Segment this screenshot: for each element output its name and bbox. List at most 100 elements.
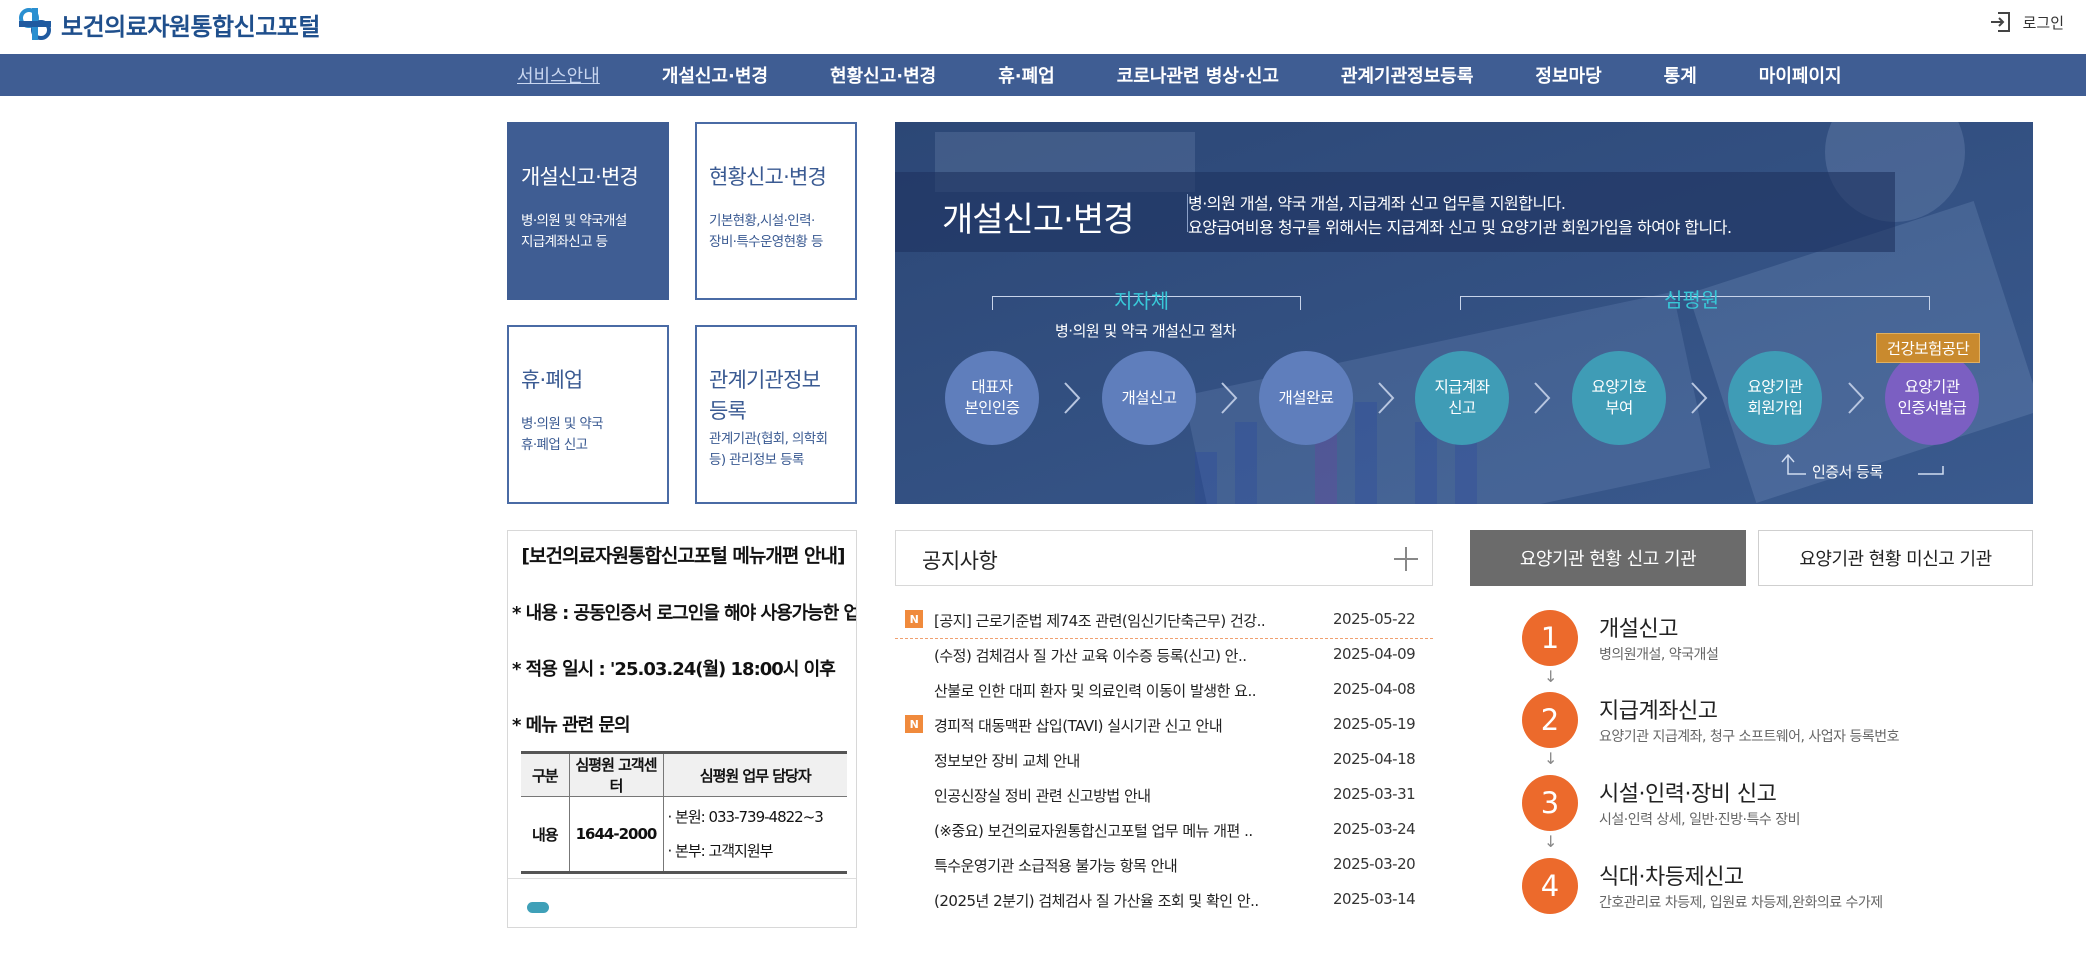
nav-item-status-report[interactable]: 현황신고·변경	[830, 62, 936, 88]
process-step: 지급계좌신고	[1415, 351, 1509, 445]
chevron-right-icon	[1534, 382, 1551, 414]
process-item: 1 개설신고 병의원개설, 약국개설	[1522, 610, 2022, 670]
chevron-right-icon	[1064, 382, 1081, 414]
step-label: 대표자	[971, 378, 1013, 396]
process-step: 대표자 본인인증	[945, 351, 1039, 445]
step-label: 신고	[1448, 399, 1476, 417]
new-badge: N	[905, 610, 923, 628]
chevron-right-icon	[1378, 382, 1395, 414]
table-cell: 1644-2000	[568, 796, 663, 874]
cert-register-label: 인증서 등록	[1812, 463, 1883, 481]
tab-reported-institutions[interactable]: 요양기관 현황 신고 기관	[1470, 530, 1746, 586]
notice-date: 2025-05-19	[1333, 715, 1416, 733]
nav-item-statistics[interactable]: 통계	[1664, 62, 1697, 88]
slider-pagination-dot[interactable]	[527, 902, 549, 913]
notice-title: 산불로 인한 대피 환자 및 의료인력 이동이 발생한 요..	[934, 682, 1256, 700]
step-label: 개설신고	[1121, 388, 1177, 407]
site-logo[interactable]: 보건의료자원통합신고포털	[15, 4, 320, 44]
notice-title: 정보보안 장비 교체 안내	[934, 752, 1080, 770]
process-title: 식대·차등제신고	[1599, 865, 1744, 890]
login-button[interactable]: 로그인	[1989, 10, 2064, 34]
notice-item[interactable]: (2025년 2분기) 검체검사 질 가산율 조회 및 확인 안.. 2025-…	[895, 884, 1433, 919]
slide-text: * 내용 : 공동인증서 로그인을 해야 사용가능한 업무 메뉴 표시	[512, 603, 856, 624]
notice-item[interactable]: (※중요) 보건의료자원통합신고포털 업무 메뉴 개편 .. 2025-03-2…	[895, 814, 1433, 849]
quick-box-agency-info[interactable]: 관계기관정보 등록 관계기관(협회, 의학회 등) 관리정보 등록	[695, 325, 857, 504]
group-label-hira: 심평원	[1664, 288, 1720, 312]
nav-item-closure[interactable]: 휴·폐업	[998, 62, 1055, 88]
notice-item[interactable]: 인공신장실 정비 관련 신고방법 안내 2025-03-31	[895, 779, 1433, 814]
quick-box-closure[interactable]: 휴·폐업 병·의원 및 약국 휴·폐업 신고	[507, 325, 669, 504]
notice-item[interactable]: (수정) 검체검사 질 가산 교육 이수증 등록(신고) 안.. 2025-04…	[895, 639, 1433, 674]
contact-line: · 본부: 고객지원부	[667, 842, 774, 860]
notice-title: (수정) 검체검사 질 가산 교육 이수증 등록(신고) 안..	[934, 647, 1247, 665]
notice-date: 2025-05-22	[1333, 610, 1416, 628]
nav-item-open-report[interactable]: 개설신고·변경	[662, 62, 768, 88]
tab-unreported-institutions[interactable]: 요양기관 현황 미신고 기관	[1758, 530, 2033, 586]
notice-image-slider[interactable]: [보건의료자원통합신고포털 메뉴개편 안내] * 내용 : 공동인증서 로그인을…	[507, 530, 857, 928]
notice-item[interactable]: N [공지] 근로기준법 제74조 관련(임신기단축근무) 건강.. 2025-…	[895, 604, 1433, 639]
chevron-right-icon	[1221, 382, 1238, 414]
nav-item-service-info[interactable]: 서비스안내	[517, 62, 600, 88]
notice-item[interactable]: 특수운영기관 소급적용 불가능 항목 안내 2025-03-20	[895, 849, 1433, 884]
quick-box-desc: 휴·폐업 신고	[521, 437, 588, 453]
quick-box-title: 등록	[709, 399, 747, 423]
process-step: 요양기관 회원가입	[1728, 351, 1822, 445]
more-plus-icon[interactable]	[1392, 545, 1420, 573]
quick-box-open-report[interactable]: 개설신고·변경 병·의원 및 약국개설 지급계좌신고 등	[507, 122, 669, 300]
chevron-right-icon	[1691, 382, 1708, 414]
notice-item[interactable]: 산불로 인한 대피 환자 및 의료인력 이동이 발생한 요.. 2025-04-…	[895, 674, 1433, 709]
nav-item-mypage[interactable]: 마이페이지	[1759, 62, 1842, 88]
step-label: 회원가입	[1747, 399, 1803, 417]
contact-table: 구분 심평원 고객센터 심평원 업무 담당자 내용 1644-2000 · 본원…	[521, 751, 847, 874]
quick-box-desc: 지급계좌신고 등	[521, 234, 608, 250]
login-icon	[1990, 12, 2010, 32]
down-arrow-icon: ↓	[1544, 667, 1558, 686]
quick-box-desc: 관계기관(협회, 의학회	[709, 431, 828, 447]
banner-desc: 요양급여비용 청구를 위해서는 지급계좌 신고 및 요양기관 회원가입을 하여야…	[1188, 218, 1732, 237]
notice-date: 2025-04-08	[1333, 680, 1416, 698]
notice-title: 경피적 대동맥판 삽입(TAVI) 실시기관 신고 안내	[934, 717, 1223, 735]
group-sublabel: 병·의원 및 약국 개설신고 절차	[1055, 322, 1236, 340]
process-item: 2 지급계좌신고 요양기관 지급계좌, 청구 소프트웨어, 사업자 등록번호	[1522, 692, 2022, 752]
process-number: 3	[1522, 775, 1578, 831]
banner-title: 개설신고·변경	[942, 200, 1134, 240]
quick-box-status-report[interactable]: 현황신고·변경 기본현황,시설·인력· 장비·특수운영현황 등	[695, 122, 857, 300]
process-desc: 시설·인력 상세, 일반·진방·특수 장비	[1599, 812, 1800, 828]
process-step: 요양기호 부여	[1572, 351, 1666, 445]
nav-item-covid[interactable]: 코로나관련 병상·신고	[1117, 62, 1279, 88]
process-item: 4 식대·차등제신고 간호관리료 차등제, 입원료 차등제,완화의료 수가제	[1522, 858, 2022, 918]
logo-text: 보건의료자원통합신고포털	[61, 12, 320, 41]
notice-date: 2025-04-18	[1333, 750, 1416, 768]
nav-item-info-center[interactable]: 정보마당	[1535, 62, 1601, 88]
logo-icon	[19, 8, 51, 40]
table-cell: · 본원: 033-739-4822~3 · 본부: 고객지원부	[662, 796, 847, 874]
process-step: 요양기관 인증서발급	[1885, 351, 1979, 445]
process-desc: 요양기관 지급계좌, 청구 소프트웨어, 사업자 등록번호	[1599, 729, 1900, 745]
down-arrow-icon: ↓	[1544, 832, 1558, 851]
notice-title: (2025년 2분기) 검체검사 질 가산율 조회 및 확인 안..	[934, 892, 1259, 910]
step-label: 개설완료	[1278, 388, 1334, 407]
nav-item-agency-info[interactable]: 관계기관정보등록	[1341, 62, 1473, 88]
process-step: 개설완료	[1259, 351, 1353, 445]
notice-date: 2025-04-09	[1333, 645, 1416, 663]
step-label: 지급계좌	[1434, 378, 1490, 396]
main-nav: 서비스안내 개설신고·변경 현황신고·변경 휴·폐업 코로나관련 병상·신고 관…	[0, 54, 2086, 96]
notice-title: [공지] 근로기준법 제74조 관련(임신기단축근무) 건강..	[934, 612, 1266, 630]
process-desc: 병의원개설, 약국개설	[1599, 647, 1719, 663]
process-title: 개설신고	[1599, 617, 1678, 642]
table-header: 심평원 고객센터	[568, 751, 663, 797]
step-label: 인증서발급	[1897, 399, 1967, 417]
slider-divider	[508, 878, 856, 879]
notice-item[interactable]: 정보보안 장비 교체 안내 2025-04-18	[895, 744, 1433, 779]
quick-box-title: 관계기관정보	[709, 368, 821, 392]
process-number: 1	[1522, 610, 1578, 666]
notice-item[interactable]: N 경피적 대동맥판 삽입(TAVI) 실시기관 신고 안내 2025-05-1…	[895, 709, 1433, 744]
quick-box-title: 개설신고·변경	[521, 165, 639, 189]
slide-title: [보건의료자원통합신고포털 메뉴개편 안내]	[521, 545, 845, 567]
notice-list: N [공지] 근로기준법 제74조 관련(임신기단축근무) 건강.. 2025-…	[895, 604, 1433, 919]
slide-text: * 메뉴 관련 문의	[512, 715, 631, 736]
notice-header: 공지사항	[895, 530, 1433, 586]
quick-box-title: 휴·폐업	[521, 368, 583, 392]
notice-heading: 공지사항	[922, 549, 998, 573]
quick-box-title: 현황신고·변경	[709, 165, 827, 189]
